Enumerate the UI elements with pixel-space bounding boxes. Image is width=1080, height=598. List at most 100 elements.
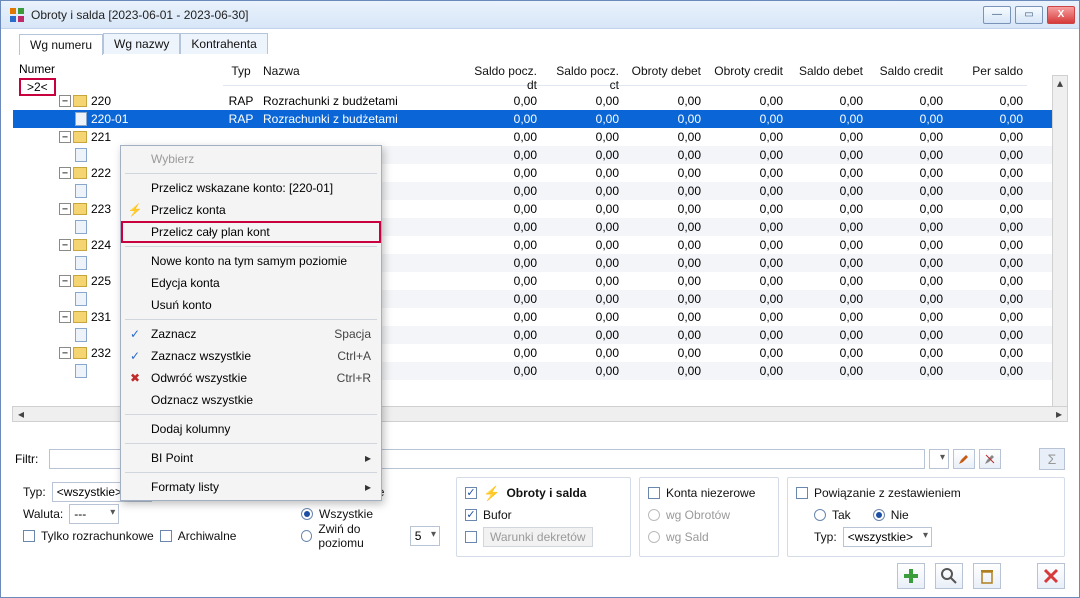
maximize-button[interactable]: ▭: [1015, 6, 1043, 24]
folder-icon: [73, 167, 87, 179]
ctx-przelicz-konta[interactable]: ⚡Przelicz konta: [121, 199, 381, 221]
col-saldo-pocz-ct[interactable]: Saldo pocz. ct: [541, 58, 623, 86]
folder-icon: [73, 311, 87, 323]
waluta-label: Waluta:: [23, 507, 63, 521]
ctx-odwroc-wszystkie[interactable]: ✖Odwróć wszystkieCtrl+R: [121, 367, 381, 389]
ctx-zaznacz[interactable]: ✓ZaznaczSpacja: [121, 323, 381, 345]
folder-icon: [73, 131, 87, 143]
filtr-clear-button[interactable]: [979, 449, 1001, 469]
typ-label: Typ:: [23, 485, 46, 499]
wg-obrotow-radio: [648, 509, 660, 521]
konta-niezerowe-label: Konta niezerowe: [666, 486, 755, 500]
bufor-label: Bufor: [483, 508, 512, 522]
tree-node[interactable]: −220: [13, 92, 223, 110]
ctx-edycja-konta[interactable]: Edycja konta: [121, 272, 381, 294]
window-title: Obroty i salda [2023-06-01 - 2023-06-30]: [29, 8, 983, 22]
table-row[interactable]: RAPRozrachunki z budżetami0,000,000,000,…: [223, 110, 1067, 128]
ctx-przelicz-caly-plan[interactable]: Przelicz cały plan kont: [121, 221, 381, 243]
col-saldo-pocz-dt[interactable]: Saldo pocz. dt: [459, 58, 541, 86]
right-typ-select[interactable]: <wszystkie>: [843, 527, 932, 547]
col-obroty-credit[interactable]: Obroty credit: [705, 58, 787, 86]
table-row[interactable]: 0,000,000,000,000,000,000,00: [223, 128, 1067, 146]
doc-icon: [75, 184, 87, 198]
tree-node[interactable]: −221: [13, 128, 223, 146]
tab-kontrahenta[interactable]: Kontrahenta: [180, 33, 267, 54]
col-nazwa[interactable]: Nazwa: [259, 58, 459, 86]
ctx-nowe-konto[interactable]: Nowe konto na tym samym poziomie: [121, 250, 381, 272]
tak-radio[interactable]: [814, 509, 826, 521]
right-typ-label: Typ:: [814, 530, 837, 544]
titlebar: Obroty i salda [2023-06-01 - 2023-06-30]…: [1, 1, 1079, 29]
doc-icon: [75, 292, 87, 306]
wg-obrotow-label: wg Obrotów: [666, 508, 730, 522]
doc-icon: [75, 364, 87, 378]
wg-sald-label: wg Sald: [666, 530, 709, 544]
warunki-dekretow-button: Warunki dekretów: [483, 527, 593, 547]
app-icon: [9, 7, 25, 23]
folder-icon: [73, 95, 87, 107]
wg-sald-radio: [648, 531, 660, 543]
minimize-button[interactable]: —: [983, 6, 1011, 24]
doc-icon: [75, 220, 87, 234]
wszystkie-radio[interactable]: [301, 508, 313, 520]
ctx-zaznacz-wszystkie[interactable]: ✓Zaznacz wszystkieCtrl+A: [121, 345, 381, 367]
add-button[interactable]: [897, 563, 925, 589]
invert-icon: ✖: [127, 370, 143, 386]
folder-icon: [73, 347, 87, 359]
doc-icon: [75, 148, 87, 162]
filtr-edit-button[interactable]: [953, 449, 975, 469]
tab-wg-nazwy[interactable]: Wg nazwy: [103, 33, 180, 54]
powiazanie-label: Powiązanie z zestawieniem: [814, 486, 961, 500]
sigma-button[interactable]: Σ: [1039, 448, 1065, 470]
obroty-salda-checkbox[interactable]: [465, 487, 477, 499]
col-per-saldo[interactable]: Per saldo: [947, 58, 1027, 86]
zwin-label: Zwiń do poziomu: [318, 522, 403, 550]
doc-icon: [75, 328, 87, 342]
ctx-przelicz-wskazane[interactable]: Przelicz wskazane konto: [220-01]: [121, 177, 381, 199]
close-button[interactable]: X: [1047, 6, 1075, 24]
ctx-usun-konto[interactable]: Usuń konto: [121, 294, 381, 316]
ctx-bi-point[interactable]: BI Point▸: [121, 447, 381, 469]
archiwalne-checkbox[interactable]: [160, 530, 172, 542]
vertical-scrollbar[interactable]: ▴▾: [1052, 75, 1068, 422]
col-typ[interactable]: Typ: [223, 58, 259, 86]
wszystkie-label: Wszystkie: [319, 507, 373, 521]
col-saldo-debet[interactable]: Saldo debet: [787, 58, 867, 86]
folder-icon: [73, 275, 87, 287]
tab-bar: Wg numeru Wg nazwy Kontrahenta: [1, 29, 1079, 54]
powiazanie-checkbox[interactable]: [796, 487, 808, 499]
col-obroty-debet[interactable]: Obroty debet: [623, 58, 705, 86]
filtr-dropdown[interactable]: [929, 449, 949, 469]
bufor-checkbox[interactable]: [465, 509, 477, 521]
tylko-rozrachunkowe-checkbox[interactable]: [23, 530, 35, 542]
ctx-formaty-listy[interactable]: Formaty listy▸: [121, 476, 381, 498]
nie-radio[interactable]: [873, 509, 885, 521]
doc-icon: [75, 112, 87, 126]
obroty-salda-label: Obroty i salda: [506, 486, 586, 500]
tab-wg-numeru[interactable]: Wg numeru: [19, 34, 103, 55]
zwin-radio[interactable]: [301, 530, 312, 542]
delete-button[interactable]: [973, 563, 1001, 589]
waluta-select[interactable]: ---: [69, 504, 119, 524]
archiwalne-label: Archiwalne: [178, 529, 237, 543]
folder-icon: [73, 203, 87, 215]
ctx-odznacz-wszystkie[interactable]: Odznacz wszystkie: [121, 389, 381, 411]
tree-header-label: Numer: [19, 62, 217, 76]
ctx-wybierz: Wybierz: [121, 148, 381, 170]
col-saldo-credit[interactable]: Saldo credit: [867, 58, 947, 86]
check-all-icon: ✓: [127, 348, 143, 364]
tree-node[interactable]: 220-01: [13, 110, 223, 128]
konta-niezerowe-checkbox[interactable]: [648, 487, 660, 499]
folder-icon: [73, 239, 87, 251]
doc-icon: [75, 256, 87, 270]
table-row[interactable]: RAPRozrachunki z budżetami0,000,000,000,…: [223, 92, 1067, 110]
tak-label: Tak: [832, 508, 851, 522]
warunki-checkbox[interactable]: [465, 531, 477, 543]
search-button[interactable]: [935, 563, 963, 589]
check-icon: ✓: [127, 326, 143, 342]
cancel-button[interactable]: [1037, 563, 1065, 589]
bolt-icon: ⚡: [483, 485, 500, 502]
zwin-poziom-select[interactable]: 5: [410, 526, 440, 546]
filtr-label: Filtr:: [15, 452, 45, 466]
ctx-dodaj-kolumny[interactable]: Dodaj kolumny: [121, 418, 381, 440]
